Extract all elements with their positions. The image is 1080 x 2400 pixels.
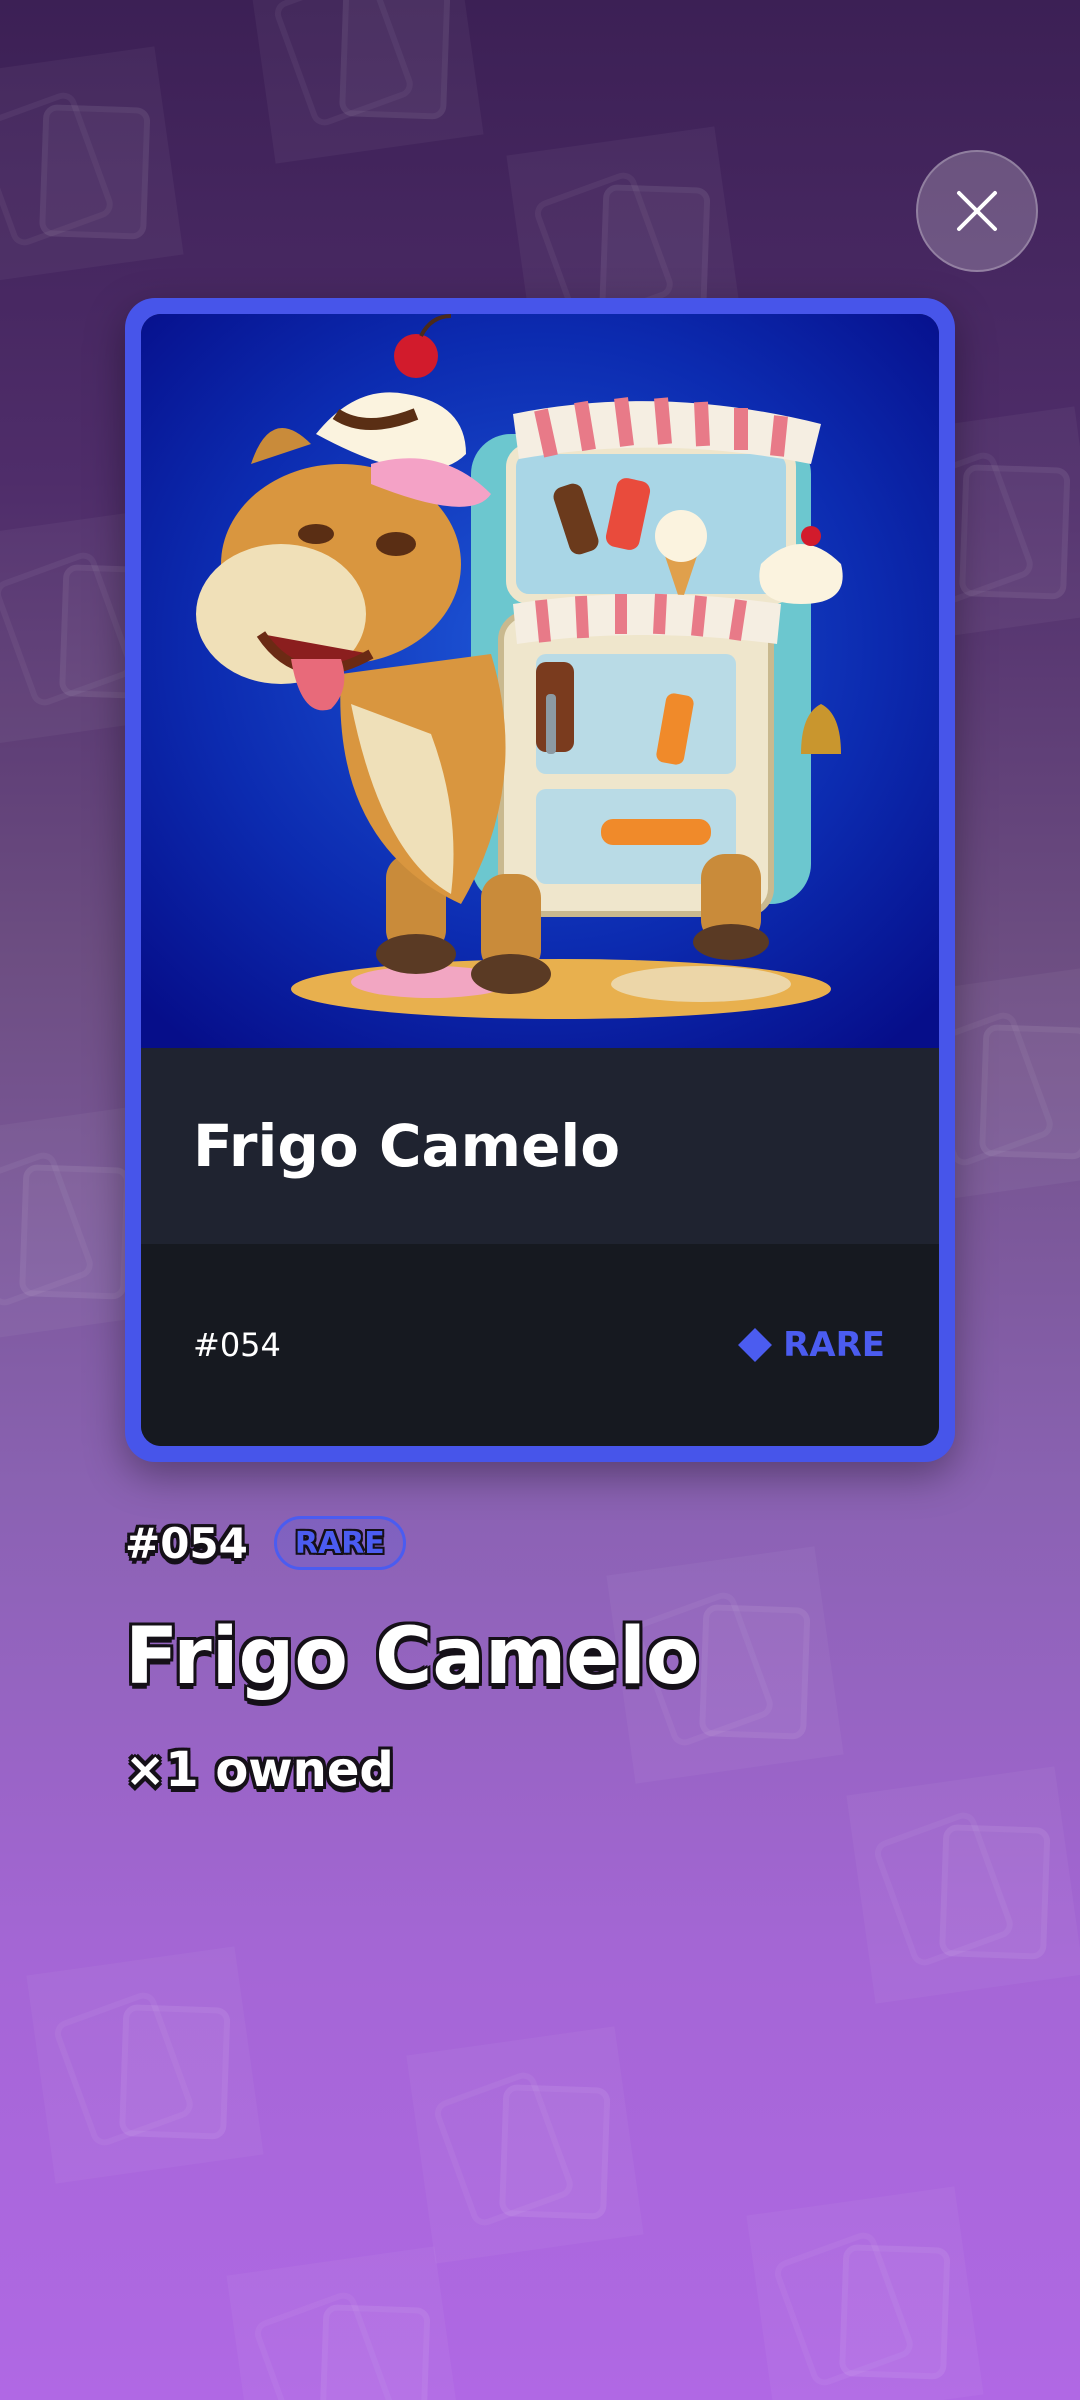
- card-inner: Frigo Camelo #054 RARE: [141, 314, 939, 1446]
- diamond-icon: [738, 1328, 773, 1362]
- close-icon: [957, 191, 997, 231]
- card-name-band: Frigo Camelo: [141, 1048, 939, 1244]
- card-title: Frigo Camelo: [125, 1612, 700, 1702]
- close-button[interactable]: [916, 150, 1038, 272]
- owned-count: ×1 owned: [125, 1742, 394, 1798]
- card-name: Frigo Camelo: [193, 1112, 621, 1180]
- card-rarity: RARE: [738, 1325, 885, 1365]
- info-number: #054: [125, 1518, 248, 1568]
- card-artwork: [141, 314, 939, 1048]
- collectible-card[interactable]: Frigo Camelo #054 RARE: [125, 298, 955, 1462]
- rarity-badge: RARE: [273, 1516, 406, 1570]
- card-footer: #054 RARE: [141, 1244, 939, 1446]
- rarity-badge-label: RARE: [294, 1525, 385, 1561]
- card-number: #054: [193, 1326, 281, 1364]
- card-info-row: #054 RARE: [125, 1516, 406, 1570]
- card-rarity-label: RARE: [783, 1325, 885, 1365]
